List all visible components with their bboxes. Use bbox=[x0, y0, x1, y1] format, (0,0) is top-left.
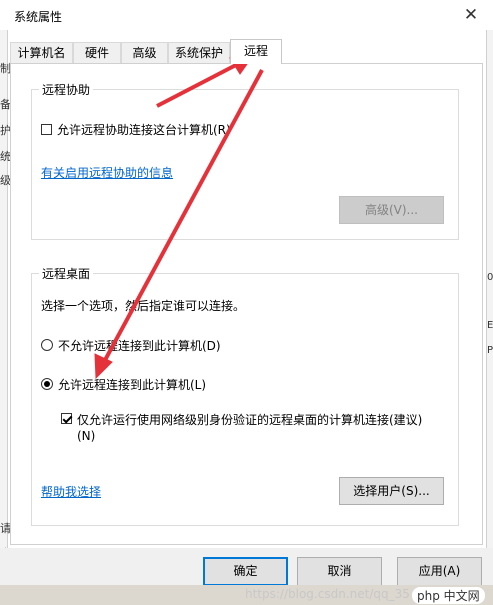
system-properties-window: 系统属性 ✕ 制 备 护 统 级 请 全 00 E PX 计算机名 硬件 高级 … bbox=[0, 0, 493, 605]
tab-remote[interactable]: 远程 bbox=[230, 39, 282, 64]
arrow-to-remote-tab bbox=[156, 63, 237, 108]
annotation-arrows bbox=[94, 56, 264, 380]
arrow-to-allow-option bbox=[102, 69, 264, 363]
arrow-head-allow-option bbox=[94, 353, 113, 380]
